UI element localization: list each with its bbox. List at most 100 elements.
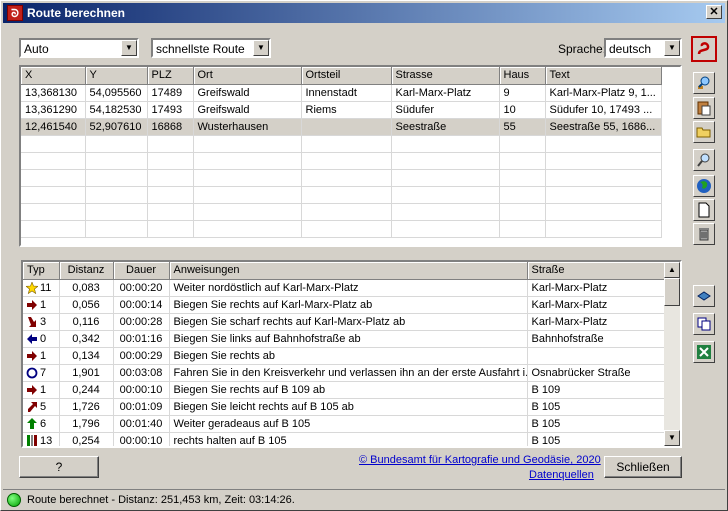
stops-cell[interactable] bbox=[545, 135, 662, 153]
table-row[interactable]: 6 1,796 00:01:40 Weiter geradeaus auf B 105… bbox=[23, 415, 665, 433]
table-row[interactable] bbox=[21, 152, 662, 170]
table-row[interactable]: 13,361290 54,182530 17493 Greifswald Riems Sü… bbox=[21, 101, 662, 119]
stops-cell[interactable] bbox=[193, 186, 302, 204]
stops-cell[interactable] bbox=[301, 169, 392, 187]
route-type-select[interactable]: schnellste Route ▼ bbox=[151, 38, 271, 58]
stops-cell[interactable] bbox=[193, 169, 302, 187]
stops-cell[interactable]: Greifswald bbox=[193, 84, 302, 102]
table-row[interactable] bbox=[21, 220, 662, 238]
directions-header-distanz[interactable]: Distanz bbox=[59, 262, 114, 280]
route-book-button[interactable] bbox=[693, 285, 715, 307]
stops-cell[interactable] bbox=[85, 220, 148, 238]
table-row[interactable]: 3 0,116 00:00:28 Biegen Sie scharf rechts a… bbox=[23, 313, 665, 331]
table-row[interactable]: 1 0,134 00:00:29 Biegen Sie rechts ab bbox=[23, 347, 665, 365]
map-button[interactable] bbox=[693, 175, 715, 197]
table-row[interactable]: 5 1,726 00:01:09 Biegen Sie leicht rechts a… bbox=[23, 398, 665, 416]
directions-header-typ[interactable]: Typ bbox=[23, 262, 60, 280]
stops-cell[interactable] bbox=[85, 169, 148, 187]
stops-cell[interactable] bbox=[193, 152, 302, 170]
stops-cell[interactable] bbox=[193, 220, 302, 238]
stops-cell[interactable] bbox=[301, 186, 392, 204]
stops-cell[interactable]: Südufer 10, 17493 ... bbox=[545, 101, 662, 119]
table-row[interactable]: 1 0,244 00:00:10 Biegen Sie rechts auf B 10… bbox=[23, 381, 665, 399]
stops-cell[interactable]: Greifswald bbox=[193, 101, 302, 119]
table-row[interactable] bbox=[21, 186, 662, 204]
stops-cell[interactable] bbox=[147, 135, 194, 153]
stops-cell[interactable]: 55 bbox=[499, 118, 546, 136]
data-sources-link[interactable]: Datenquellen bbox=[529, 469, 594, 481]
table-row[interactable]: 13 0,254 00:00:10 rechts halten auf B 105 B … bbox=[23, 432, 665, 446]
stops-cell[interactable]: 13,361290 bbox=[21, 101, 86, 119]
directions-header-straße[interactable]: Straße bbox=[527, 262, 665, 280]
stops-cell[interactable]: 17493 bbox=[147, 101, 194, 119]
stops-cell[interactable] bbox=[391, 203, 500, 221]
stops-cell[interactable] bbox=[301, 152, 392, 170]
stops-cell[interactable] bbox=[499, 203, 546, 221]
open-folder-button[interactable] bbox=[693, 121, 715, 143]
stops-cell[interactable] bbox=[193, 135, 302, 153]
stops-cell[interactable] bbox=[391, 169, 500, 187]
stops-cell[interactable]: 17489 bbox=[147, 84, 194, 102]
scroll-up-icon[interactable]: ▲ bbox=[664, 262, 680, 278]
table-row[interactable] bbox=[21, 203, 662, 221]
stops-cell[interactable]: Südufer bbox=[391, 101, 500, 119]
chevron-down-icon[interactable]: ▼ bbox=[253, 40, 269, 56]
directions-header-anweisungen[interactable]: Anweisungen bbox=[169, 262, 528, 280]
stops-cell[interactable] bbox=[499, 152, 546, 170]
stops-cell[interactable]: 9 bbox=[499, 84, 546, 102]
directions-header-dauer[interactable]: Dauer bbox=[113, 262, 170, 280]
stops-cell[interactable]: Karl-Marx-Platz 9, 1... bbox=[545, 84, 662, 102]
help-button[interactable]: ? bbox=[19, 456, 99, 478]
stops-cell[interactable]: 12,461540 bbox=[21, 118, 86, 136]
stops-cell[interactable] bbox=[301, 135, 392, 153]
stops-cell[interactable] bbox=[85, 152, 148, 170]
table-row[interactable]: 0 0,342 00:01:16 Biegen Sie links auf Bahnh… bbox=[23, 330, 665, 348]
chevron-down-icon[interactable]: ▼ bbox=[121, 40, 137, 56]
stops-header-ort[interactable]: Ort bbox=[193, 67, 302, 85]
chevron-down-icon[interactable]: ▼ bbox=[664, 40, 680, 56]
stops-cell[interactable]: Karl-Marx-Platz bbox=[391, 84, 500, 102]
stops-cell[interactable] bbox=[499, 220, 546, 238]
stops-header-y[interactable]: Y bbox=[85, 67, 148, 85]
stops-header-ortsteil[interactable]: Ortsteil bbox=[301, 67, 392, 85]
scroll-thumb[interactable] bbox=[664, 278, 680, 306]
stops-cell[interactable] bbox=[391, 220, 500, 238]
directions-scrollbar[interactable]: ▲ ▼ bbox=[664, 262, 680, 446]
stops-cell[interactable] bbox=[85, 186, 148, 204]
table-row[interactable]: 12,461540 52,907610 16868 Wusterhausen Seest… bbox=[21, 118, 662, 136]
stops-cell[interactable]: 54,182530 bbox=[85, 101, 148, 119]
stops-cell[interactable] bbox=[193, 203, 302, 221]
stops-header-strasse[interactable]: Strasse bbox=[391, 67, 500, 85]
stops-header-plz[interactable]: PLZ bbox=[147, 67, 194, 85]
stops-cell[interactable]: 54,095560 bbox=[85, 84, 148, 102]
stops-cell[interactable] bbox=[147, 169, 194, 187]
stops-cell[interactable]: Wusterhausen bbox=[193, 118, 302, 136]
delete-button[interactable] bbox=[693, 223, 715, 245]
copy-button[interactable] bbox=[693, 313, 715, 335]
stops-cell[interactable]: 10 bbox=[499, 101, 546, 119]
stops-header-x[interactable]: X bbox=[21, 67, 86, 85]
language-select[interactable]: deutsch ▼ bbox=[604, 38, 682, 58]
stops-cell[interactable]: Seestraße 55, 1686... bbox=[545, 118, 662, 136]
stops-header-text[interactable]: Text bbox=[545, 67, 662, 85]
new-document-button[interactable] bbox=[693, 199, 715, 221]
stops-cell[interactable] bbox=[147, 220, 194, 238]
table-row[interactable]: 11 0,083 00:00:20 Weiter nordöstlich auf Ka… bbox=[23, 279, 665, 297]
vehicle-select[interactable]: Auto ▼ bbox=[19, 38, 139, 58]
directions-grid[interactable]: Typ Distanz Dauer Anweisungen Straße 11 0,083… bbox=[21, 260, 682, 448]
copyright-link[interactable]: © Bundesamt für Kartografie und Geodäsie… bbox=[359, 454, 601, 466]
stops-cell[interactable] bbox=[391, 186, 500, 204]
stops-cell[interactable] bbox=[301, 203, 392, 221]
find-address-button[interactable] bbox=[693, 72, 715, 94]
stops-cell[interactable] bbox=[301, 118, 392, 136]
stops-cell[interactable] bbox=[147, 152, 194, 170]
stops-cell[interactable] bbox=[499, 186, 546, 204]
table-row[interactable]: 1 0,056 00:00:14 Biegen Sie rechts auf Karl… bbox=[23, 296, 665, 314]
stops-cell[interactable]: Seestraße bbox=[391, 118, 500, 136]
stops-cell[interactable] bbox=[21, 186, 86, 204]
stops-cell[interactable] bbox=[545, 203, 662, 221]
stops-cell[interactable] bbox=[545, 152, 662, 170]
stops-cell[interactable]: 16868 bbox=[147, 118, 194, 136]
stops-cell[interactable]: 13,368130 bbox=[21, 84, 86, 102]
stops-cell[interactable]: 52,907610 bbox=[85, 118, 148, 136]
